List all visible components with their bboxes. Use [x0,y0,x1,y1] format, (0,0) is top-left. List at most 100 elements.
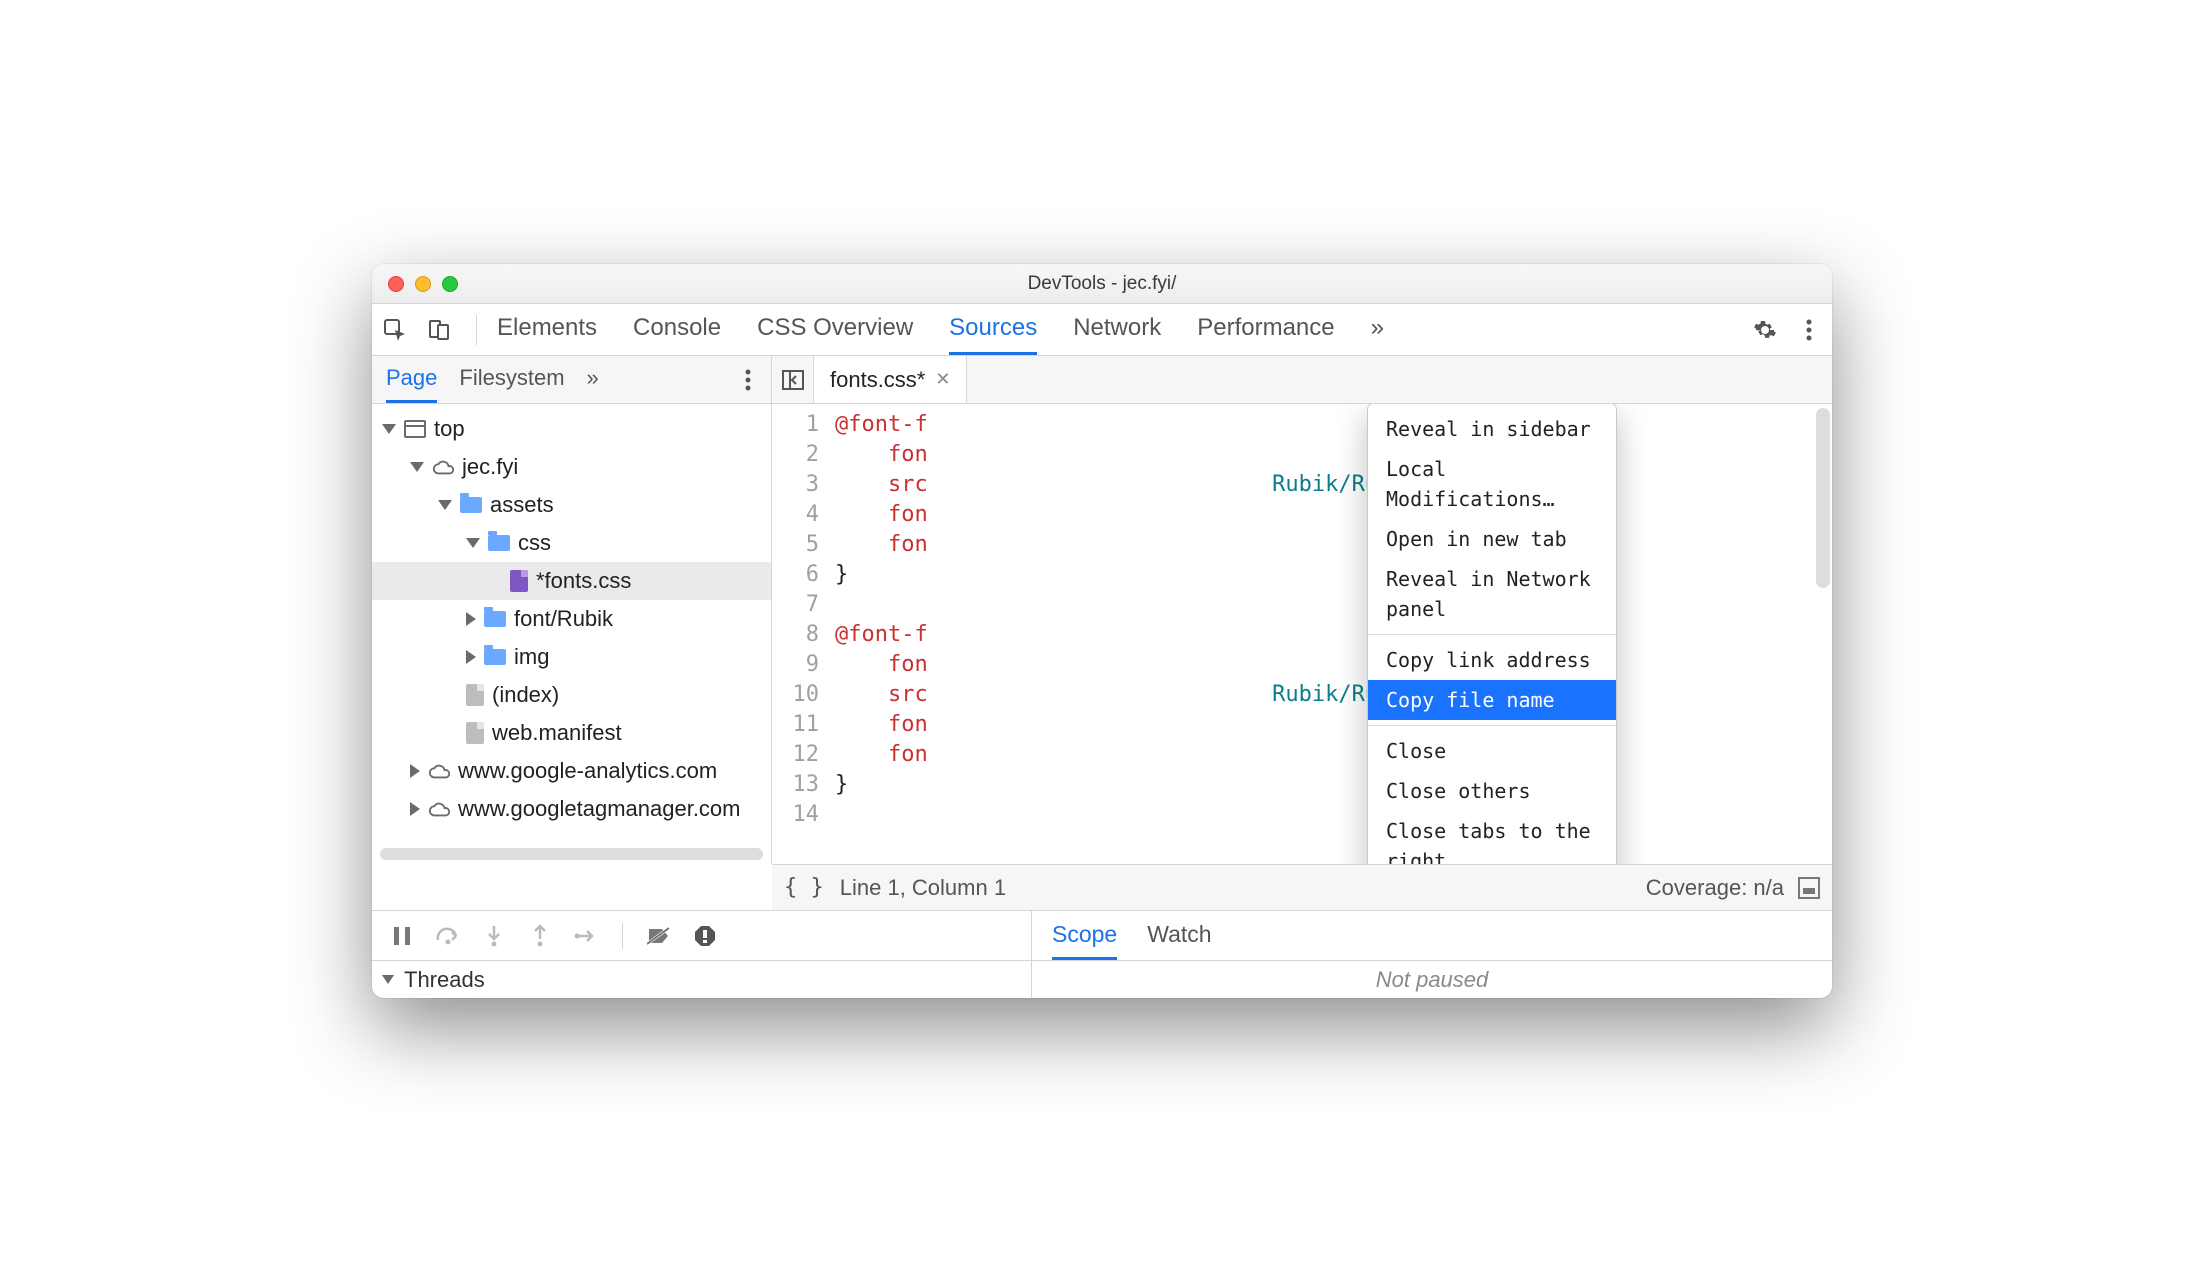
navigator-tab-filesystem[interactable]: Filesystem [459,356,564,403]
coverage-label: Coverage: n/a [1646,875,1784,901]
stylesheet-file-icon [510,570,528,592]
tab-console[interactable]: Console [633,304,721,355]
tree-folder-img[interactable]: img [372,638,771,676]
file-icon [466,684,484,706]
chevron-right-icon[interactable] [410,802,420,816]
close-tab-icon[interactable]: ✕ [935,369,950,390]
settings-gear-icon[interactable] [1752,317,1778,343]
tree-frame-top[interactable]: top [372,410,771,448]
tree-file-fonts-css[interactable]: *fonts.css [372,562,771,600]
pause-icon[interactable] [388,922,416,950]
context-menu-item[interactable]: Close others [1368,771,1616,811]
context-menu-item[interactable]: Reveal in sidebar [1368,409,1616,449]
tab-performance[interactable]: Performance [1197,304,1334,355]
tree-label: www.googletagmanager.com [458,796,741,822]
folder-icon [460,497,482,513]
deactivate-breakpoints-icon[interactable] [645,922,673,950]
step-into-icon[interactable] [480,922,508,950]
tree-label: assets [490,492,554,518]
chevron-right-icon[interactable] [410,764,420,778]
sidebar-scrollbar[interactable] [380,848,763,860]
context-menu-item[interactable]: Copy link address [1368,640,1616,680]
tabs-overflow-icon[interactable]: » [1371,304,1384,355]
tree-domain-gtm[interactable]: www.googletagmanager.com [372,790,771,828]
context-menu-item[interactable]: Close tabs to the right [1368,811,1616,864]
tree-folder-css[interactable]: css [372,524,771,562]
navigator-more-icon[interactable] [733,369,763,391]
inspect-element-icon[interactable] [382,317,408,343]
tree-label: css [518,530,551,556]
navigator-tabs-overflow-icon[interactable]: » [587,356,599,403]
code-editor[interactable]: 1234567891011121314 @font-f fon srcxxxxx… [772,404,1832,864]
window-title: DevTools - jec.fyi/ [372,273,1832,295]
device-toolbar-icon[interactable] [426,317,452,343]
editor-tab-label: fonts.css* [830,367,925,393]
folder-icon [484,649,506,665]
chevron-down-icon[interactable] [438,500,452,510]
step-icon[interactable] [572,922,600,950]
more-options-icon[interactable] [1796,317,1822,343]
tree-label: *fonts.css [536,568,631,594]
threads-label[interactable]: Threads [404,967,485,993]
tree-folder-font-rubik[interactable]: font/Rubik [372,600,771,638]
tab-context-menu: Reveal in sidebarLocal Modifications…Ope… [1367,404,1617,864]
context-menu-item[interactable]: Close [1368,731,1616,771]
sources-main: top jec.fyi assets css [372,404,1832,864]
show-console-icon[interactable] [1798,877,1820,899]
context-menu-item[interactable]: Open in new tab [1368,519,1616,559]
tree-folder-assets[interactable]: assets [372,486,771,524]
toolbar-separator [476,315,477,345]
pause-on-exceptions-icon[interactable] [691,922,719,950]
sources-subtoolbar: Page Filesystem » fonts.css* ✕ [372,356,1832,404]
threads-row: Threads Not paused [372,960,1832,998]
tree-label: img [514,644,549,670]
tab-network[interactable]: Network [1073,304,1161,355]
chevron-down-icon[interactable] [382,424,396,434]
tree-domain-jecfyi[interactable]: jec.fyi [372,448,771,486]
tree-domain-ga[interactable]: www.google-analytics.com [372,752,771,790]
debugger-tab-watch[interactable]: Watch [1147,911,1211,960]
editor-scrollbar[interactable] [1816,408,1830,588]
navigator-sidebar[interactable]: top jec.fyi assets css [372,404,772,864]
debugger-controls [372,911,1032,960]
chevron-down-icon[interactable] [410,462,424,472]
devtools-window: DevTools - jec.fyi/ Elements Console CSS… [372,264,1832,998]
chevron-right-icon[interactable] [466,650,476,664]
toggle-navigator-icon[interactable] [772,356,814,403]
debugger-tab-scope[interactable]: Scope [1052,911,1117,960]
tree-label: top [434,416,465,442]
chevron-down-icon[interactable] [466,538,480,548]
pretty-print-icon[interactable]: { } [784,875,824,900]
context-menu-separator [1368,634,1616,635]
tab-css-overview[interactable]: CSS Overview [757,304,913,355]
tab-sources[interactable]: Sources [949,304,1037,355]
tab-elements[interactable]: Elements [497,304,597,355]
tree-label: (index) [492,682,559,708]
code-content[interactable]: @font-f fon srcxxxxxxxxxxxxxxxxxxxxxxxxx… [827,404,1832,864]
editor-statusbar: { } Line 1, Column 1 Coverage: n/a [772,864,1832,910]
file-icon [466,722,484,744]
chevron-down-icon[interactable] [382,975,394,984]
step-over-icon[interactable] [434,922,462,950]
tree-file-index[interactable]: (index) [372,676,771,714]
context-menu-item[interactable]: Copy file name [1368,680,1616,720]
folder-icon [484,611,506,627]
line-gutter: 1234567891011121314 [772,404,827,864]
tree-label: www.google-analytics.com [458,758,717,784]
tree-label: web.manifest [492,720,622,746]
step-out-icon[interactable] [526,922,554,950]
tree-file-web-manifest[interactable]: web.manifest [372,714,771,752]
context-menu-item[interactable]: Local Modifications… [1368,449,1616,519]
navigator-tab-page[interactable]: Page [386,356,437,403]
editor-tab-fonts-css[interactable]: fonts.css* ✕ [814,356,967,403]
debugger-separator [622,923,623,949]
not-paused-label: Not paused [1376,967,1489,993]
tree-label: jec.fyi [462,454,518,480]
debugger-row: Scope Watch [372,910,1832,960]
main-toolbar: Elements Console CSS Overview Sources Ne… [372,304,1832,356]
titlebar: DevTools - jec.fyi/ [372,264,1832,304]
context-menu-separator [1368,725,1616,726]
chevron-right-icon[interactable] [466,612,476,626]
panel-tabs: Elements Console CSS Overview Sources Ne… [485,304,1752,355]
context-menu-item[interactable]: Reveal in Network panel [1368,559,1616,629]
